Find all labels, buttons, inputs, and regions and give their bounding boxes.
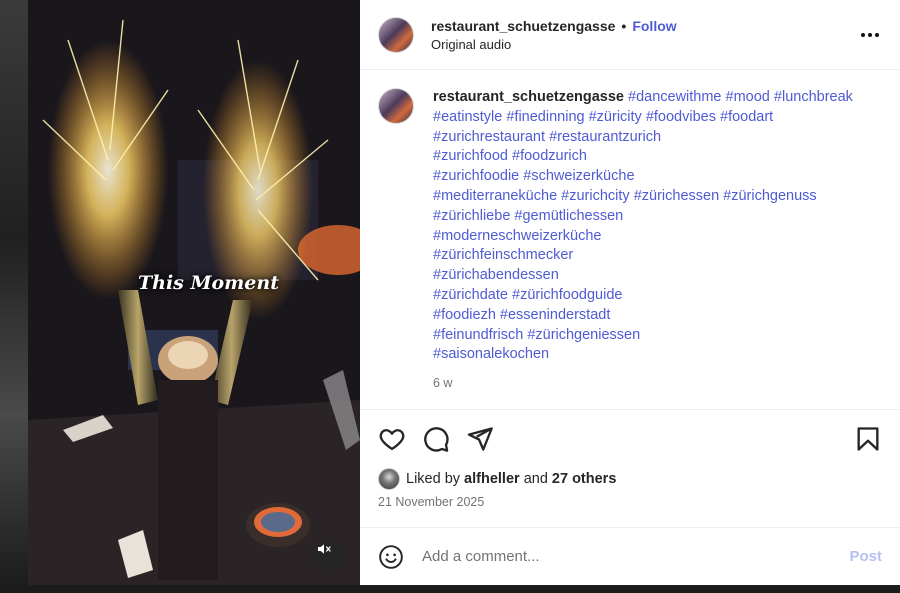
caption-line: #zürichabendessen (433, 266, 853, 286)
hashtag-link[interactable]: #eatinstyle (433, 109, 502, 125)
liked-by-user-link[interactable]: alfheller (464, 471, 520, 487)
caption-line: #zurichfoodie #schweizerküche (433, 167, 853, 187)
hashtag-link[interactable]: #restaurantzurich (549, 129, 661, 145)
hashtag-link[interactable]: #feinundfrisch (433, 327, 523, 343)
hashtag-link[interactable]: #foodiezh (433, 307, 496, 323)
caption-line: #foodiezh #esseninderstadt (433, 306, 853, 326)
separator-dot: • (621, 17, 627, 34)
hashtag-link[interactable]: #zürichfoodguide (512, 287, 622, 303)
comment-icon[interactable] (422, 425, 450, 453)
hashtag-link[interactable]: #zurichfood (433, 148, 508, 164)
post-date[interactable]: 21 November 2025 (360, 490, 900, 509)
post-time[interactable]: 6 w (433, 374, 853, 394)
hashtag-link[interactable]: #foodzurich (512, 148, 587, 164)
emoji-icon[interactable] (378, 544, 404, 570)
hashtag-link[interactable]: #esseninderstadt (500, 307, 610, 323)
hashtag-link[interactable]: #zürichgenuss (723, 188, 817, 204)
avatar[interactable] (378, 88, 414, 124)
likes-count-link[interactable]: 27 others (552, 471, 616, 487)
background-feed-left (0, 0, 28, 593)
hashtag-link[interactable]: #mediterraneküche (433, 188, 557, 204)
hashtag-link[interactable]: #zürichgeniessen (527, 327, 640, 343)
post-comment-button[interactable]: Post (849, 548, 882, 565)
comment-input[interactable] (422, 548, 850, 565)
caption-line: #saisonalekochen (433, 345, 853, 365)
caption-line: #zurichrestaurant #restaurantzurich (433, 128, 853, 148)
share-icon[interactable] (466, 425, 494, 453)
post-header: restaurant_schuetzengasse • Follow Origi… (360, 0, 900, 70)
avatar[interactable] (378, 16, 414, 53)
caption-line: #moderneschweizerküche (433, 227, 853, 247)
caption-line: #eatinstyle #finedinning #züricity #food… (433, 108, 853, 128)
caption-line: #zürichdate #zürichfoodguide (433, 286, 853, 306)
hashtag-link[interactable]: #finedinning (506, 109, 584, 125)
hashtag-link[interactable]: #zurichfoodie (433, 168, 519, 184)
caption-line: #zürichfeinschmecker (433, 246, 853, 266)
hashtag-link[interactable]: #zurichcity (561, 188, 630, 204)
username-link[interactable]: restaurant_schuetzengasse (431, 18, 615, 34)
liked-by-and: and (523, 471, 548, 487)
hashtag-link[interactable]: #zürichliebe (433, 208, 510, 224)
hashtag-link[interactable]: #mood (726, 89, 770, 105)
post-details-panel: restaurant_schuetzengasse • Follow Origi… (360, 0, 900, 585)
caption-line: restaurant_schuetzengasse #dancewithme #m… (433, 88, 853, 108)
caption-text: restaurant_schuetzengasse #dancewithme #m… (433, 88, 853, 365)
comment-composer: Post (360, 527, 900, 585)
hashtag-link[interactable]: #dancewithme (628, 89, 722, 105)
caption-body: restaurant_schuetzengasse #dancewithme #m… (433, 88, 853, 409)
caption-line: #mediterraneküche #zurichcity #zürichess… (433, 187, 853, 207)
follow-button[interactable]: Follow (632, 18, 676, 34)
hashtag-link[interactable]: #zürichfeinschmecker (433, 247, 573, 263)
heart-icon[interactable] (378, 425, 406, 453)
more-options-icon[interactable] (858, 32, 882, 37)
liked-by-prefix: Liked by (406, 471, 461, 487)
caption-section: restaurant_schuetzengasse #dancewithme #m… (360, 70, 900, 410)
hashtag-link[interactable]: #zürichabendessen (433, 267, 559, 283)
caption-line: #zürichliebe #gemütlichessen (433, 207, 853, 227)
hashtag-link[interactable]: #schweizerküche (523, 168, 634, 184)
hashtag-link[interactable]: #zürichdate (433, 287, 508, 303)
caption-line: #feinundfrisch #zürichgeniessen (433, 326, 853, 346)
background-feed-bottom (0, 585, 900, 593)
action-bar (360, 410, 900, 468)
hashtag-link[interactable]: #lunchbreak (774, 89, 853, 105)
video-overlay-caption: This Moment (138, 272, 279, 294)
audio-label[interactable]: Original audio (431, 37, 858, 52)
hashtag-link[interactable]: #zurichrestaurant (433, 129, 545, 145)
caption-username-link[interactable]: restaurant_schuetzengasse (433, 89, 624, 105)
mute-toggle-button[interactable] (316, 541, 346, 571)
header-text: restaurant_schuetzengasse • Follow Origi… (431, 18, 858, 52)
likes-summary: Liked by alfheller and 27 others (360, 468, 900, 490)
hashtag-link[interactable]: #züricity (589, 109, 642, 125)
liker-avatar[interactable] (378, 468, 400, 490)
hashtag-link[interactable]: #zürichessen (634, 188, 719, 204)
post-video[interactable]: This Moment (28, 0, 360, 585)
caption-line: #zurichfood #foodzurich (433, 147, 853, 167)
hashtag-link[interactable]: #saisonalekochen (433, 346, 549, 362)
muted-speaker-icon (318, 544, 331, 554)
hashtag-link[interactable]: #foodvibes (646, 109, 716, 125)
hashtag-link[interactable]: #foodart (720, 109, 773, 125)
instagram-post-modal: This Moment restaurant_schuetzengasse • … (0, 0, 900, 593)
hashtag-link[interactable]: #moderneschweizerküche (433, 228, 601, 244)
hashtag-link[interactable]: #gemütlichessen (514, 208, 623, 224)
bookmark-icon[interactable] (854, 425, 882, 453)
